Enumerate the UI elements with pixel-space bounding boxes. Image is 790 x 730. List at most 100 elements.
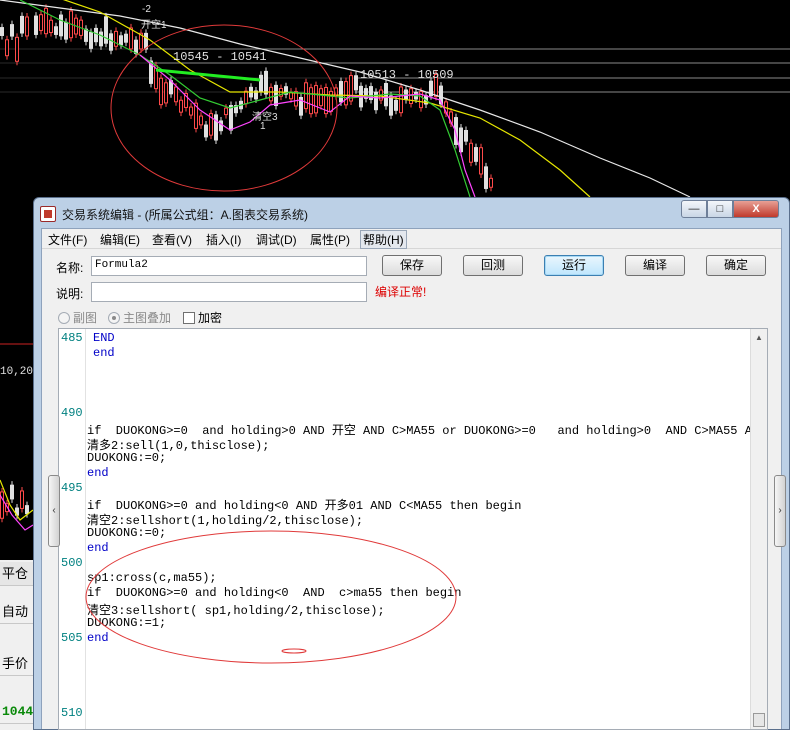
candle-body: [134, 39, 138, 54]
option-sub-chart[interactable]: 副图: [58, 309, 97, 326]
candle-body: [259, 74, 263, 93]
line-number: 490: [61, 406, 83, 420]
candle-body: [244, 90, 248, 105]
candle-body: [54, 26, 58, 35]
encrypt-label: 加密: [198, 311, 223, 325]
scroll-right-button[interactable]: ›: [774, 475, 786, 547]
candle-body: [344, 81, 348, 106]
window-title: 交易系统编辑 - (所属公式组：A.图表交易系统): [62, 208, 308, 222]
description-field[interactable]: [91, 282, 367, 302]
sub-chart-label: 副图: [73, 311, 98, 325]
candle-body: [119, 35, 123, 46]
candle-body: [354, 75, 358, 91]
candle-body: [469, 142, 473, 163]
candle-body: [219, 120, 223, 132]
code-line: END: [93, 331, 115, 345]
description-label: 说明:: [56, 287, 84, 301]
sub-chart-radio[interactable]: [58, 312, 70, 324]
menu-debug[interactable]: 调试(D): [254, 231, 299, 248]
candle-body: [89, 32, 93, 49]
code-editor[interactable]: 485 490 495 500 505 510 END end if DUOKO…: [58, 328, 768, 730]
candle-body: [409, 88, 413, 105]
option-encrypt[interactable]: 加密: [183, 309, 222, 326]
name-label: 名称:: [56, 261, 84, 275]
candle-body: [20, 15, 24, 34]
chart-annotation-kaikong: 开空1: [141, 20, 167, 31]
scroll-up-arrow-icon[interactable]: ▲: [753, 332, 765, 344]
option-main-overlay[interactable]: 主图叠加: [108, 309, 171, 326]
minimize-button[interactable]: —: [681, 200, 707, 218]
code-line: DUOKONG:=0;: [87, 526, 167, 540]
code-line: DUOKONG:=0;: [87, 451, 167, 465]
candle-body: [104, 16, 108, 44]
price-level-label-2: 10513 - 10509: [360, 68, 454, 82]
candle-body: [174, 86, 178, 103]
backtest-button[interactable]: 回测: [463, 255, 523, 276]
menu-properties[interactable]: 属性(P): [308, 231, 352, 248]
chart-date-fragment: 10,20: [0, 366, 34, 378]
candle-body: [10, 24, 14, 37]
candle-body: [229, 105, 233, 131]
chart-annotation-one: 1: [260, 121, 266, 132]
candle-body: [94, 27, 98, 43]
candle-body: [479, 147, 483, 175]
candle-body: [0, 27, 4, 36]
candle-body: [25, 16, 29, 37]
candle-body: [129, 27, 133, 50]
price-level-label-1: 10545 - 10541: [173, 50, 267, 64]
menu-bar: 文件(F) 编辑(E) 查看(V) 插入(I) 调试(D) 属性(P) 帮助(H…: [42, 229, 781, 249]
candle-body: [64, 21, 68, 40]
candle-body: [204, 124, 208, 138]
candle-body: [214, 114, 218, 141]
line-number: 495: [61, 481, 83, 495]
menu-help[interactable]: 帮助(H): [360, 230, 407, 249]
candle-body: [269, 86, 273, 102]
editor-vertical-scrollbar[interactable]: ▲: [750, 329, 767, 729]
close-button[interactable]: X: [733, 200, 779, 218]
compile-button[interactable]: 编译: [625, 255, 685, 276]
candle-body: [49, 19, 53, 34]
scroll-left-button[interactable]: ‹: [48, 475, 60, 547]
candle-body: [294, 91, 298, 107]
menu-edit[interactable]: 编辑(E): [98, 231, 142, 248]
candle-body: [474, 147, 478, 162]
candle-body: [199, 115, 203, 126]
candle-body: [399, 86, 403, 114]
candle-body: [164, 82, 168, 104]
candle-body: [39, 14, 43, 31]
candle-body: [309, 87, 313, 115]
line-number: 485: [61, 331, 83, 345]
menu-insert[interactable]: 插入(I): [204, 231, 243, 248]
candle-body: [25, 505, 29, 515]
ok-button[interactable]: 确定: [706, 255, 766, 276]
menu-file[interactable]: 文件(F): [46, 231, 89, 248]
candle-body: [109, 33, 113, 51]
maximize-button[interactable]: □: [707, 200, 733, 218]
code-line: end: [93, 346, 115, 360]
candle-body: [489, 177, 493, 188]
candle-body: [179, 99, 183, 113]
scrollbar-thumb[interactable]: [753, 713, 765, 727]
code-line: DUOKONG:=1;: [87, 616, 167, 630]
menu-view[interactable]: 查看(V): [150, 231, 194, 248]
code-line: end: [87, 541, 109, 555]
line-number: 505: [61, 631, 83, 645]
save-button[interactable]: 保存: [382, 255, 442, 276]
candle-body: [484, 166, 488, 189]
main-overlay-radio[interactable]: [108, 312, 120, 324]
run-button[interactable]: 运行: [544, 255, 604, 276]
window-client-area: 文件(F) 编辑(E) 查看(V) 插入(I) 调试(D) 属性(P) 帮助(H…: [41, 228, 786, 730]
candle-body: [389, 95, 393, 116]
candle-body: [314, 85, 318, 114]
name-field[interactable]: Formula2: [91, 256, 367, 276]
candle-body: [349, 75, 353, 102]
candle-body: [99, 31, 103, 47]
candle-body: [15, 36, 19, 62]
compile-status: 编译正常!: [375, 285, 427, 299]
candle-body: [59, 14, 63, 37]
chart-annotation-top-left: -2: [142, 4, 151, 15]
encrypt-checkbox[interactable]: [183, 312, 195, 324]
window-titlebar[interactable]: 交易系统编辑 - (所属公式组：A.图表交易系统) — □ X: [34, 198, 789, 228]
code-line: end: [87, 466, 109, 480]
code-line: end: [87, 631, 109, 645]
